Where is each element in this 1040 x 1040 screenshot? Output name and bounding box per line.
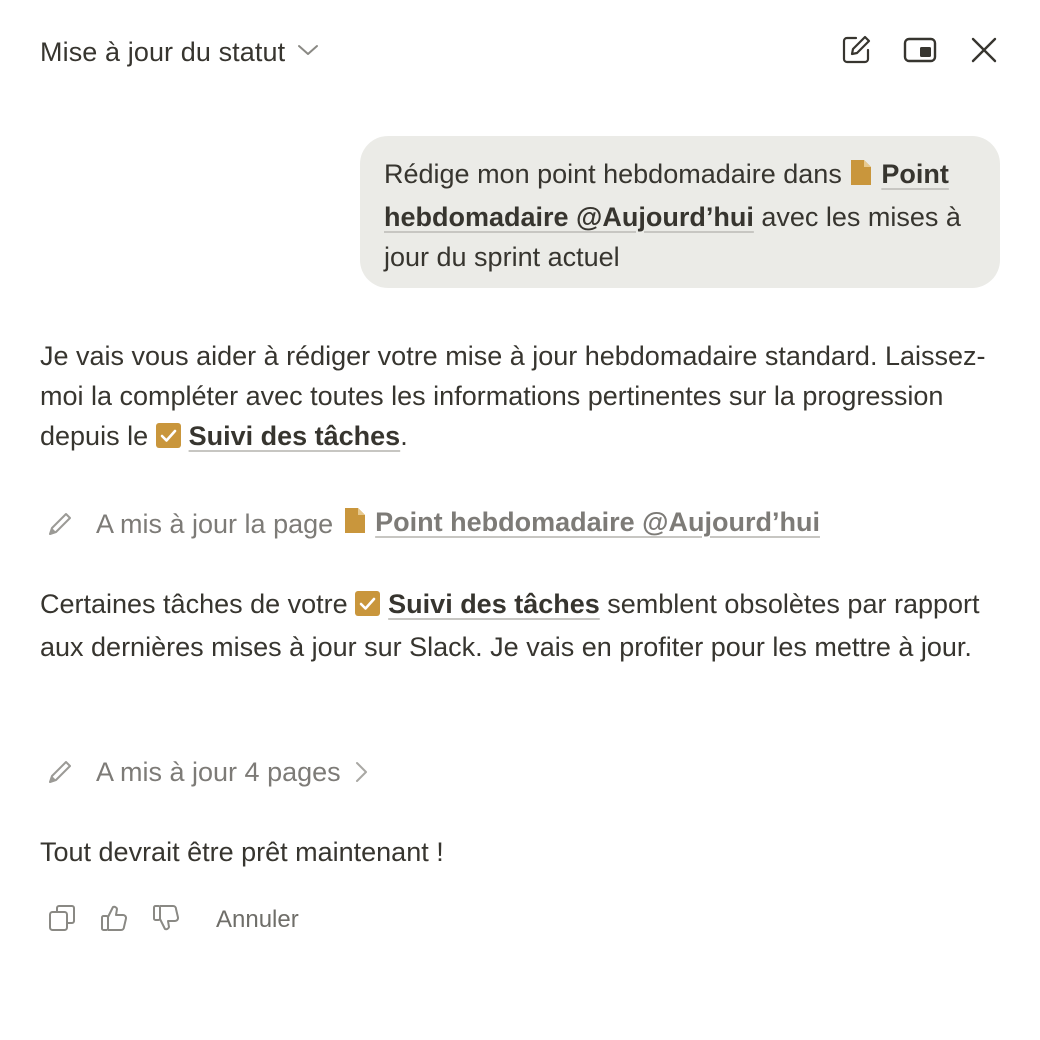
- chevron-right-icon: [353, 760, 369, 784]
- pencil-icon: [44, 756, 76, 788]
- checkbox-icon: [355, 587, 381, 627]
- user-message-text-before: Rédige mon point hebdomadaire dans: [384, 159, 850, 189]
- action-label: A mis à jour la page: [96, 508, 334, 539]
- title-dropdown[interactable]: Mise à jour du statut: [40, 37, 319, 68]
- updated-page-label: Point hebdomadaire @Aujourd’hui: [375, 507, 820, 537]
- database-mention-label: Suivi des tâches: [188, 421, 401, 451]
- picture-in-picture-button[interactable]: [900, 32, 940, 72]
- assistant-message-3: Tout devrait être prêt maintenant !: [40, 837, 444, 867]
- database-mention-label: Suivi des tâches: [388, 589, 600, 619]
- copy-icon: [47, 903, 77, 938]
- close-button[interactable]: [964, 32, 1004, 72]
- assistant-text: .: [400, 421, 408, 451]
- picture-in-picture-icon: [903, 36, 937, 69]
- close-icon: [970, 36, 998, 69]
- updated-page-link[interactable]: Point hebdomadaire @Aujourd’hui: [343, 507, 820, 541]
- assistant-message-1: Je vais vous aider à rédiger votre mise …: [40, 336, 1015, 459]
- compose-button[interactable]: [836, 32, 876, 72]
- action-updated-pages-toggle[interactable]: A mis à jour 4 pages: [44, 752, 369, 792]
- header-actions: [836, 32, 1004, 72]
- header: Mise à jour du statut: [40, 30, 1004, 74]
- thumbs-down-icon: [151, 903, 181, 938]
- thumbs-up-icon: [99, 903, 129, 938]
- pencil-icon: [44, 508, 76, 540]
- page-icon: [343, 507, 367, 541]
- undo-button[interactable]: Annuler: [216, 906, 299, 934]
- feedback-bar: Annuler: [44, 896, 299, 944]
- database-mention-link[interactable]: Suivi des tâches: [155, 421, 401, 451]
- copy-button[interactable]: [44, 902, 80, 938]
- action-updated-page: A mis à jour la page Point hebdomadaire …: [44, 504, 820, 544]
- database-mention-link[interactable]: Suivi des tâches: [355, 589, 600, 619]
- user-message-bubble: Rédige mon point hebdomadaire dans Point…: [360, 136, 1000, 288]
- page-title: Mise à jour du statut: [40, 36, 286, 67]
- chevron-down-icon: [297, 43, 319, 62]
- compose-icon: [840, 34, 872, 71]
- assistant-text: Certaines tâches de votre: [40, 589, 356, 619]
- assistant-message-2: Certaines tâches de votre Suivi des tâch…: [40, 584, 1015, 667]
- action-label: A mis à jour 4 pages: [96, 756, 341, 787]
- page-icon: [849, 157, 873, 197]
- thumbs-down-button[interactable]: [148, 902, 184, 938]
- checkbox-icon: [155, 419, 181, 459]
- thumbs-up-button[interactable]: [96, 902, 132, 938]
